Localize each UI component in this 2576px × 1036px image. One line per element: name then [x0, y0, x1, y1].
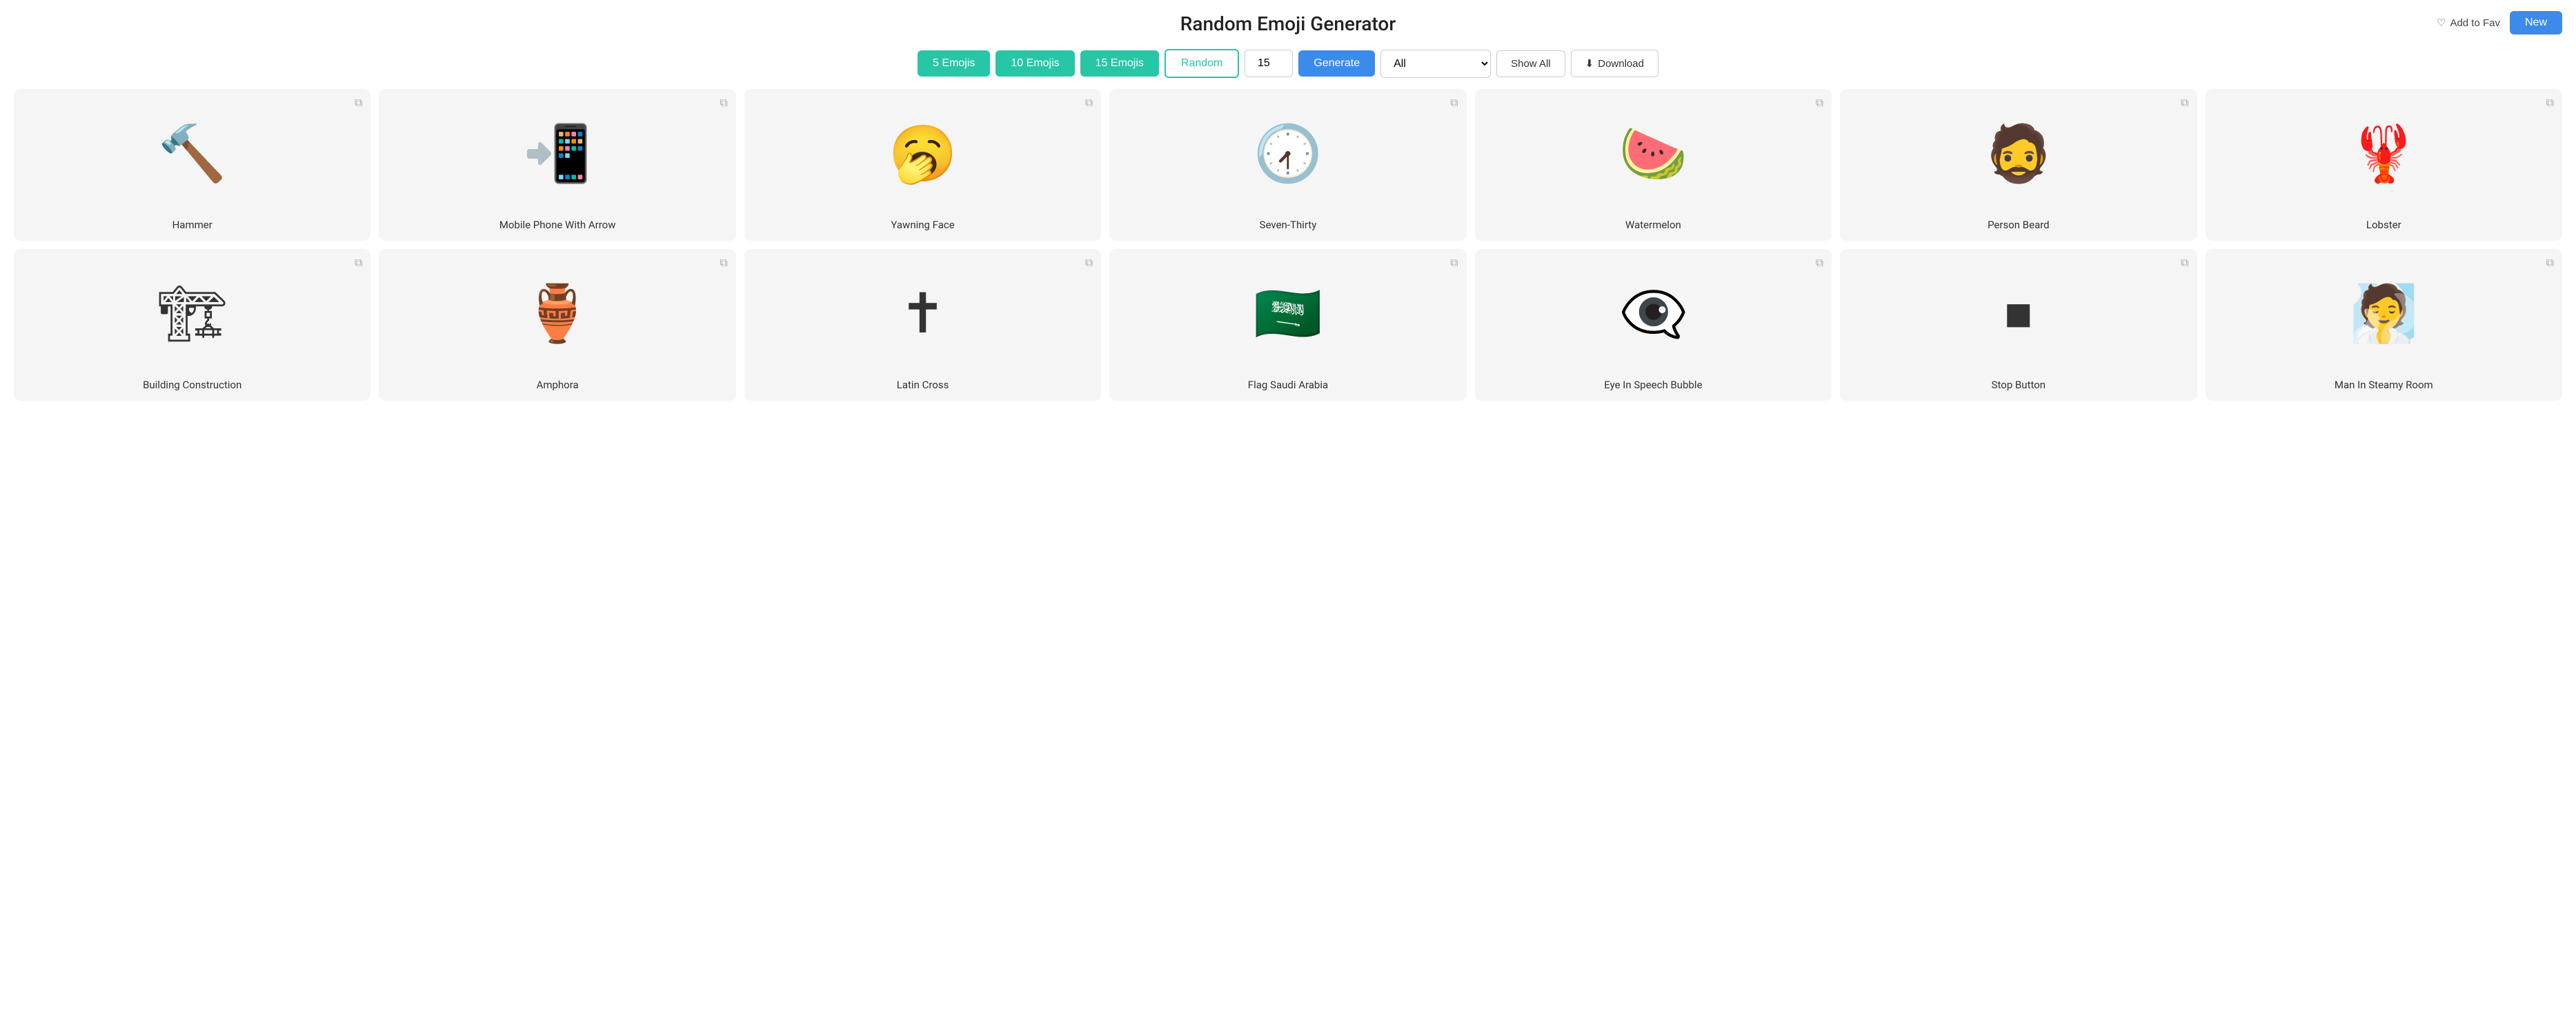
emoji-image: 🧔	[1847, 126, 2190, 181]
copy-icon[interactable]: ⧉	[1816, 96, 1823, 110]
emoji-image: 🏺	[386, 286, 729, 341]
emoji-card: ⧉ 👁‍🗨 Eye In Speech Bubble	[1475, 249, 1832, 401]
15-emojis-button[interactable]: 15 Emojis	[1080, 50, 1159, 77]
download-button[interactable]: ⬇ Download	[1571, 50, 1658, 77]
copy-icon[interactable]: ⧉	[720, 96, 727, 110]
emoji-image: ✝	[751, 286, 1094, 341]
copy-icon[interactable]: ⧉	[1816, 256, 1823, 270]
copy-icon[interactable]: ⧉	[355, 256, 362, 270]
emoji-image: 🕢	[1116, 126, 1459, 181]
emoji-label: Eye In Speech Bubble	[1604, 379, 1702, 391]
emoji-label: Flag Saudi Arabia	[1248, 379, 1328, 391]
copy-icon[interactable]: ⧉	[2546, 256, 2554, 270]
emoji-card: ⧉ 🕢 Seven-Thirty	[1109, 89, 1466, 241]
emoji-label: Latin Cross	[897, 379, 949, 391]
emoji-image: 🧖	[2212, 286, 2555, 341]
emoji-label: Stop Button	[1992, 379, 2046, 391]
copy-icon[interactable]: ⧉	[1085, 256, 1093, 270]
copy-icon[interactable]: ⧉	[2181, 96, 2188, 110]
random-button[interactable]: Random	[1165, 49, 1239, 78]
emoji-label: Mobile Phone With Arrow	[499, 219, 616, 231]
emoji-label: Watermelon	[1625, 219, 1681, 231]
10-emojis-button[interactable]: 10 Emojis	[995, 50, 1074, 77]
emoji-card: ⧉ 🇸🇦 Flag Saudi Arabia	[1109, 249, 1466, 401]
heart-icon: ♡	[2437, 17, 2446, 29]
emoji-image: ⏹	[1847, 286, 2190, 341]
page-title: Random Emoji Generator	[0, 0, 2576, 42]
count-input[interactable]	[1245, 50, 1293, 77]
category-dropdown[interactable]: All Smileys Animals Food Travel Activiti…	[1380, 50, 1491, 78]
emoji-card: ⧉ 📲 Mobile Phone With Arrow	[379, 89, 735, 241]
emoji-label: Person Beard	[1988, 219, 2050, 231]
download-icon: ⬇	[1585, 57, 1594, 70]
emoji-image: 🍉	[1482, 126, 1825, 181]
emoji-image: 🇸🇦	[1116, 286, 1459, 341]
emoji-label: Yawning Face	[891, 219, 954, 231]
copy-icon[interactable]: ⧉	[1085, 96, 1093, 110]
emoji-label: Seven-Thirty	[1260, 219, 1317, 231]
emoji-card: ⧉ 🧔 Person Beard	[1840, 89, 2197, 241]
add-to-fav-label: Add to Fav	[2450, 17, 2500, 29]
emoji-label: Hammer	[172, 219, 212, 231]
emoji-card: ⧉ 🍉 Watermelon	[1475, 89, 1832, 241]
copy-icon[interactable]: ⧉	[2181, 256, 2188, 270]
show-all-button[interactable]: Show All	[1496, 50, 1565, 77]
emoji-card: ⧉ 🏗 Building Construction	[14, 249, 370, 401]
emoji-card: ⧉ 🧖 Man In Steamy Room	[2206, 249, 2562, 401]
emoji-image: 🦞	[2212, 126, 2555, 181]
emoji-card: ⧉ 🦞 Lobster	[2206, 89, 2562, 241]
copy-icon[interactable]: ⧉	[355, 96, 362, 110]
emoji-image: 🔨	[21, 126, 364, 181]
emoji-card: ⧉ 🏺 Amphora	[379, 249, 735, 401]
copy-icon[interactable]: ⧉	[2546, 96, 2554, 110]
emoji-image: 👁‍🗨	[1482, 286, 1825, 341]
emoji-card: ⧉ ⏹ Stop Button	[1840, 249, 2197, 401]
emoji-label: Lobster	[2366, 219, 2401, 231]
new-button[interactable]: New	[2510, 11, 2562, 34]
emoji-grid: ⧉ 🔨 Hammer ⧉ 📲 Mobile Phone With Arrow ⧉…	[0, 89, 2576, 415]
toolbar: 5 Emojis 10 Emojis 15 Emojis Random Gene…	[0, 42, 2576, 89]
add-to-fav-button[interactable]: ♡ Add to Fav	[2437, 17, 2500, 29]
emoji-label: Building Construction	[143, 379, 241, 391]
emoji-image: 🥱	[751, 126, 1094, 181]
copy-icon[interactable]: ⧉	[1450, 96, 1458, 110]
emoji-card: ⧉ 🥱 Yawning Face	[744, 89, 1101, 241]
copy-icon[interactable]: ⧉	[720, 256, 727, 270]
emoji-card: ⧉ ✝ Latin Cross	[744, 249, 1101, 401]
emoji-image: 📲	[386, 126, 729, 181]
emoji-label: Amphora	[537, 379, 579, 391]
emoji-image: 🏗	[21, 286, 364, 341]
copy-icon[interactable]: ⧉	[1450, 256, 1458, 270]
5-emojis-button[interactable]: 5 Emojis	[918, 50, 990, 77]
emoji-label: Man In Steamy Room	[2335, 379, 2433, 391]
emoji-card: ⧉ 🔨 Hammer	[14, 89, 370, 241]
generate-button[interactable]: Generate	[1298, 50, 1375, 77]
